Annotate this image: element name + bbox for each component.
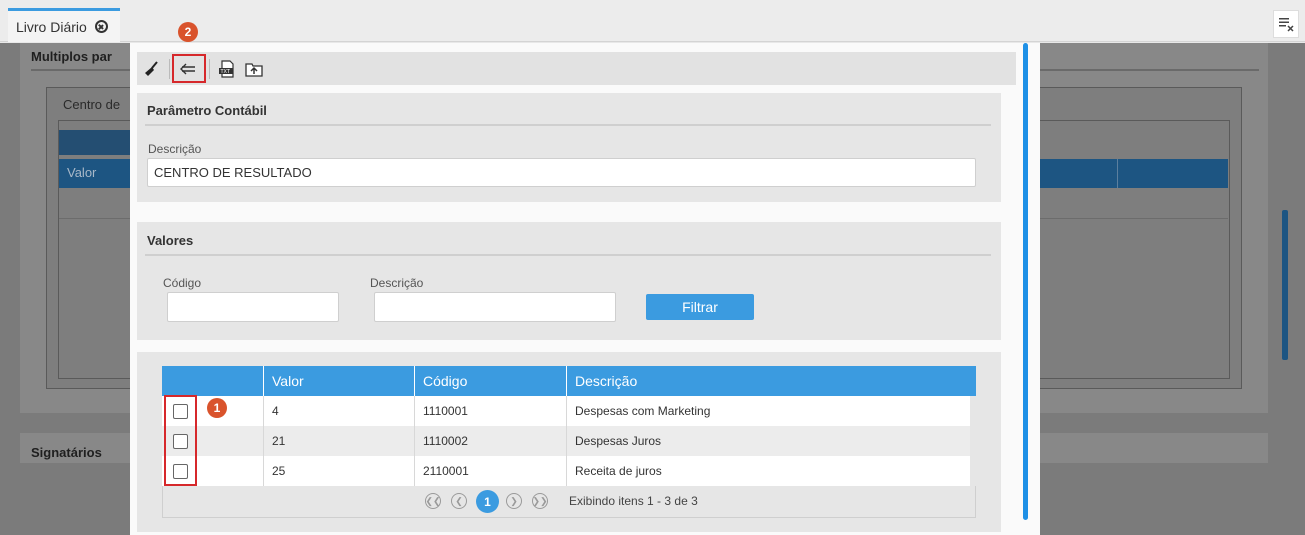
descricao-label: Descrição	[148, 142, 202, 156]
bg-section-title: Multiplos par	[31, 49, 112, 64]
current-page-button[interactable]: 1	[476, 490, 499, 513]
cell-valor: 21	[263, 426, 414, 456]
table-row[interactable]: 21 1110002 Despesas Juros	[162, 426, 970, 456]
modal-toolbar: TXT	[137, 52, 1016, 85]
column-header-codigo[interactable]: Código	[414, 366, 566, 396]
annotation-highlight-back	[172, 54, 206, 83]
section-divider	[145, 124, 991, 126]
upload-button[interactable]	[243, 58, 265, 80]
descricao-field[interactable]: CENTRO DE RESULTADO	[147, 158, 976, 187]
descricao-filter-input[interactable]	[374, 292, 616, 322]
broom-icon	[145, 61, 158, 76]
cell-descricao: Despesas Juros	[566, 426, 970, 456]
cell-descricao: Despesas com Marketing	[566, 396, 970, 426]
bg-column-label: Valor	[67, 165, 97, 180]
param-section: Parâmetro Contábil Descrição CENTRO DE R…	[137, 93, 1001, 202]
bg-grid-header-right	[1040, 159, 1228, 188]
modal-dialog: TXT Parâmetro Contábil Descrição CENTRO …	[130, 43, 1040, 535]
values-section: Valores Código Descrição Filtrar	[137, 222, 1001, 340]
first-page-icon[interactable]: ❮❮	[425, 493, 441, 509]
values-section-title: Valores	[147, 233, 194, 248]
folder-upload-icon	[245, 63, 263, 77]
codigo-label: Código	[163, 276, 202, 290]
cell-codigo: 2110001	[414, 456, 566, 486]
export-txt-button[interactable]: TXT	[217, 58, 237, 80]
table-row[interactable]: 4 1110001 Despesas com Marketing	[162, 396, 970, 426]
cell-descricao: Receita de juros	[566, 456, 970, 486]
toolbar-separator	[209, 59, 210, 79]
close-icon[interactable]	[94, 20, 108, 33]
annotation-badge-1: 1	[207, 398, 227, 418]
bg-sub-title: Centro de	[63, 97, 121, 112]
bg-bar	[59, 130, 131, 155]
pager-info: Exibindo itens 1 - 3 de 3	[569, 494, 698, 508]
bg-scrollbar[interactable]	[1282, 210, 1288, 360]
table-row[interactable]: 25 2110001 Receita de juros	[162, 456, 970, 486]
codigo-input[interactable]	[167, 292, 339, 322]
column-header-valor[interactable]: Valor	[263, 366, 414, 396]
modal-scrollbar[interactable]	[1023, 43, 1028, 520]
grid-pager: ❮❮ ❮ 1 ❯ ❯❯ Exibindo itens 1 - 3 de 3	[162, 486, 976, 518]
cell-valor: 4	[263, 396, 414, 426]
filter-button[interactable]: Filtrar	[646, 294, 754, 320]
cell-codigo: 1110001	[414, 396, 566, 426]
descricao-filter-label: Descrição	[370, 276, 424, 290]
grid-header: Valor Código Descrição	[162, 366, 976, 396]
annotation-highlight-checkboxes	[164, 395, 197, 486]
section-divider	[145, 254, 991, 256]
clear-button[interactable]	[142, 59, 162, 79]
tab-livro-diario[interactable]: Livro Diário	[8, 8, 120, 42]
toolbar-separator	[169, 59, 170, 79]
last-page-icon[interactable]: ❯❯	[532, 493, 548, 509]
column-header-descricao[interactable]: Descrição	[566, 366, 976, 396]
prev-page-icon[interactable]: ❮	[451, 493, 467, 509]
svg-text:TXT: TXT	[220, 69, 231, 75]
cell-codigo: 1110002	[414, 426, 566, 456]
param-section-title: Parâmetro Contábil	[147, 103, 267, 118]
txt-export-icon: TXT	[219, 60, 234, 78]
next-page-icon[interactable]: ❯	[506, 493, 522, 509]
bg-grid-divider	[1117, 159, 1118, 188]
cell-valor: 25	[263, 456, 414, 486]
window-options-button[interactable]	[1273, 10, 1299, 38]
list-close-icon	[1279, 18, 1294, 32]
annotation-badge-2: 2	[178, 22, 198, 42]
tab-label: Livro Diário	[16, 18, 87, 35]
bg-section2-title: Signatários	[31, 445, 102, 460]
